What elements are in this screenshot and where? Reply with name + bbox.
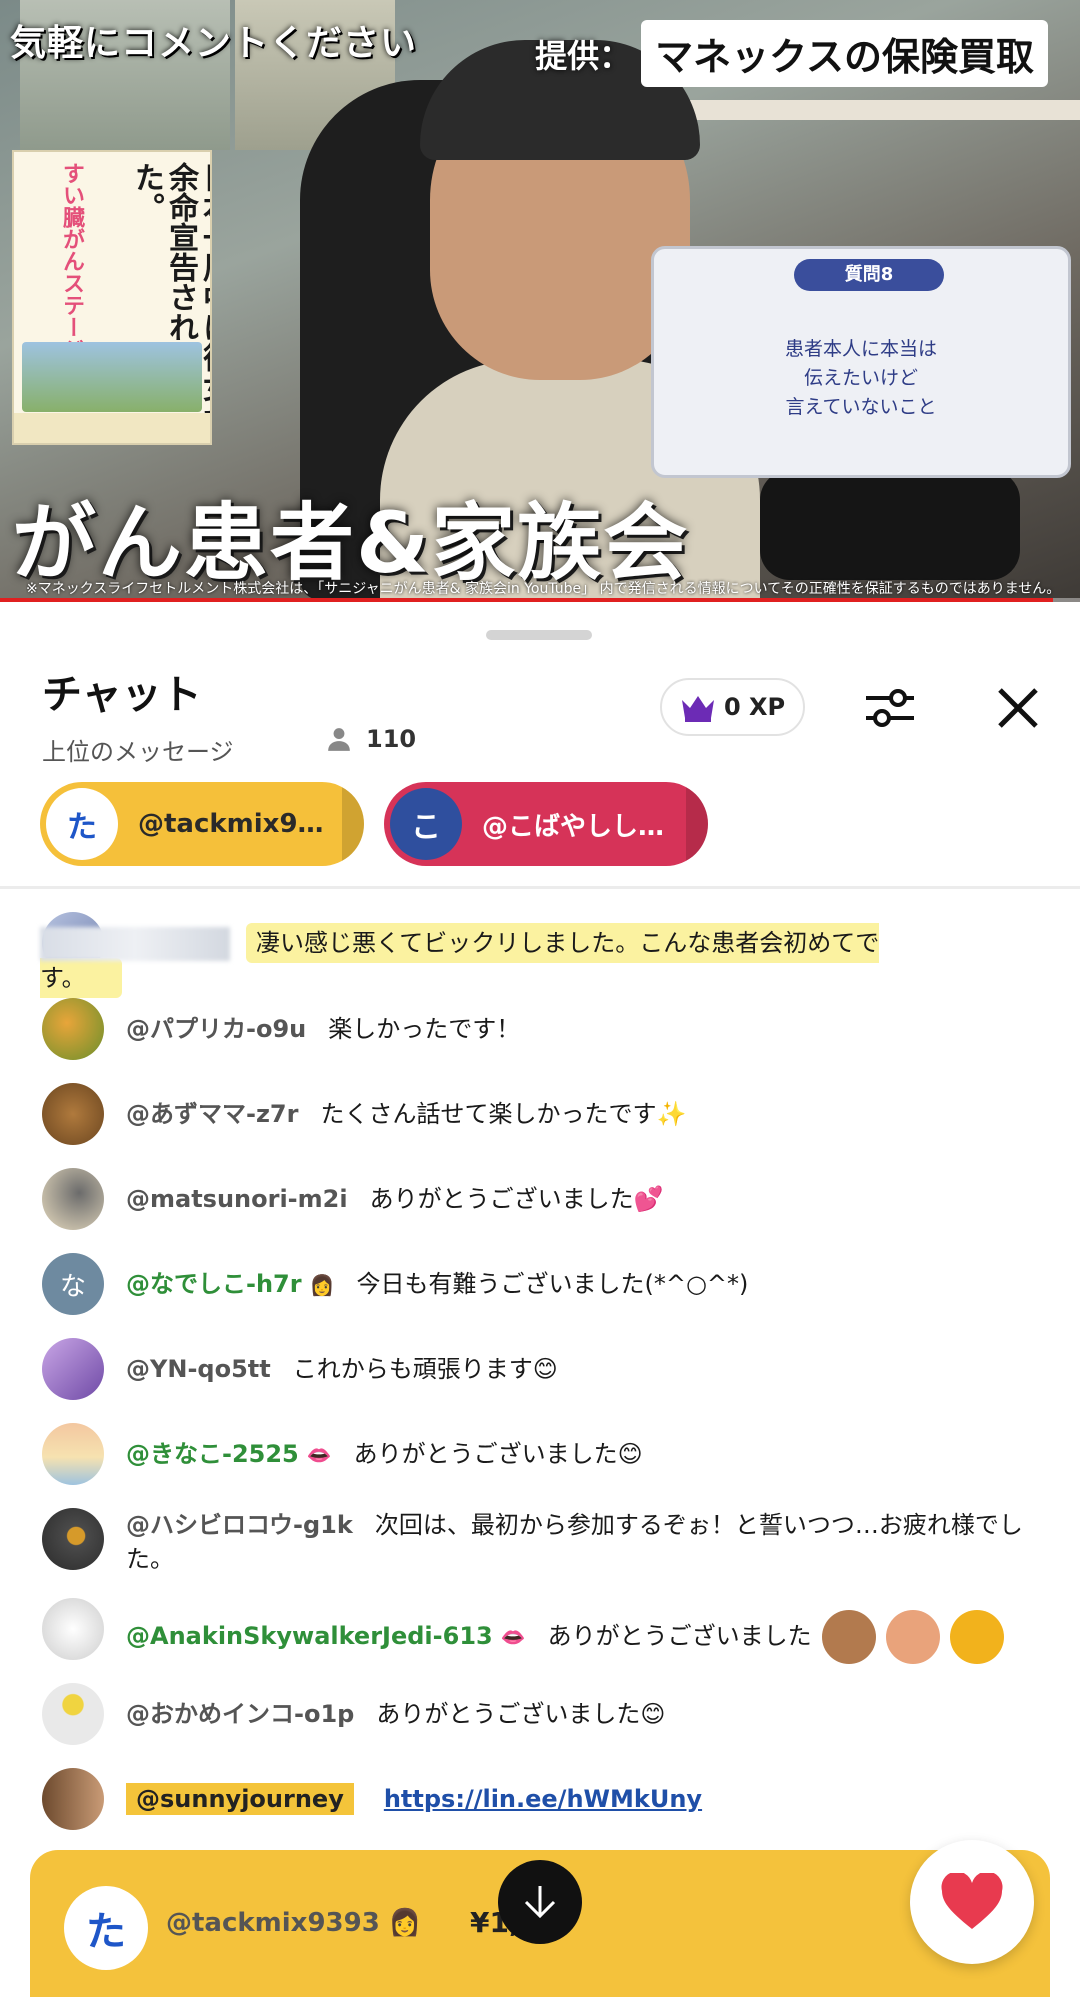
avatar <box>42 1168 104 1230</box>
video-progress-bar[interactable] <box>0 598 1080 602</box>
message-line: @AnakinSkywalkerJedi-613 👄 ありがとうございました <box>126 1610 1046 1664</box>
chat-mode-selector[interactable]: 上位のメッセージ <box>42 732 234 767</box>
message-author[interactable]: @おかめインコ-o1p <box>126 1700 354 1728</box>
video-player[interactable]: 気軽にコメントください 提供： マネックスの保険買取 すい臓がんステージ4 日本… <box>0 0 1080 602</box>
message-text: 今日も有難うございました(*^○^*) <box>356 1270 749 1298</box>
message-text: ありがとうございました😊 <box>376 1700 666 1728</box>
avatar <box>42 1338 104 1400</box>
close-chat-button[interactable] <box>990 680 1046 736</box>
crown-icon <box>682 696 714 722</box>
book-footer <box>14 413 210 443</box>
disclaimer-text: ※マネックスライフセトルメント株式会社は、「サニジャニがん患者& 家族会in Y… <box>26 581 1061 597</box>
video-progress-fill <box>0 598 1053 602</box>
book-cover: すい臓がんステージ4 日本一周中に彼女が余命宣告されました。 <box>12 150 212 445</box>
avatar <box>42 1598 104 1660</box>
sponsor-name: マネックスの保険買取 <box>641 20 1048 87</box>
pin-timer <box>342 782 364 866</box>
message-author[interactable]: @ハシビロコウ-g1k <box>126 1511 353 1539</box>
avatar <box>42 1423 104 1485</box>
blurred-author <box>40 927 230 961</box>
question-text: 患者本人に本当は 伝えたいけど 言えていないこと <box>784 338 937 418</box>
message-author[interactable]: @パプリカ-o9u <box>126 1015 306 1043</box>
sponsor-label: 提供： <box>535 36 632 75</box>
microphone <box>760 470 1020 580</box>
pinned-supporter-1[interactable]: た @tackmix9… <box>40 782 364 866</box>
message-text: ありがとうございました💕 <box>369 1185 664 1213</box>
person-icon <box>328 728 350 751</box>
arrow-down-icon <box>524 1886 556 1919</box>
pinned-name: @こばやしし… <box>482 811 665 842</box>
avatar: た <box>64 1886 148 1970</box>
message-line: @ハシビロコウ-g1k 次回は、最初から参加するぞぉ！と誓いつつ…お疲れ様でした。 <box>126 1508 1026 1576</box>
drag-handle[interactable] <box>486 630 592 640</box>
message-text: これからも頑張ります😊 <box>292 1355 558 1383</box>
chat-title: チャット <box>42 672 202 718</box>
avatar: た <box>46 788 118 860</box>
message-line: @なでしこ-h7r 👩 今日も有難うございました(*^○^*) <box>126 1267 1026 1302</box>
question-card: 質問8 患者本人に本当は 伝えたいけど 言えていないこと <box>651 246 1071 478</box>
super-chat-author: @tackmix9393 👩 <box>166 1908 421 1938</box>
message-author[interactable]: @きなこ-2525 <box>126 1440 299 1468</box>
message-line: @sunnyjourney https://lin.ee/hWMkUny <box>126 1782 1026 1816</box>
member-badge: 👄 <box>306 1443 332 1467</box>
message-line: @YN-qo5tt これからも頑張ります😊 <box>126 1352 1026 1386</box>
message-line: 凄い感じ悪くてビックリしました。こんな患者会初めてです。 <box>40 923 940 998</box>
divider <box>0 886 1080 889</box>
message-line: @おかめインコ-o1p ありがとうございました😊 <box>126 1697 1026 1731</box>
avatar <box>42 1683 104 1745</box>
member-badge: 👩 <box>309 1273 335 1297</box>
message-link[interactable]: https://lin.ee/hWMkUny <box>384 1785 702 1813</box>
xp-button[interactable]: 0 XP <box>660 678 806 736</box>
heart-icon <box>941 1873 1003 1929</box>
message-text: たくさん話せて楽しかったです✨ <box>320 1100 687 1128</box>
sliders-icon <box>866 689 914 727</box>
message-author[interactable]: @AnakinSkywalkerJedi-613 <box>126 1622 493 1650</box>
message-line: @あずママ-z7r たくさん話せて楽しかったです✨ <box>126 1097 1026 1131</box>
super-chat-author-name: @tackmix9393 <box>166 1908 380 1938</box>
pinned-supporter-2[interactable]: こ @こばやしし… <box>384 782 708 866</box>
pin-timer <box>686 782 708 866</box>
message-author[interactable]: @なでしこ-h7r <box>126 1270 302 1298</box>
avatar <box>42 1083 104 1145</box>
book-photo <box>22 342 202 412</box>
avatar <box>42 1768 104 1830</box>
member-badge: 👄 <box>500 1625 526 1649</box>
sticker-image <box>821 1610 876 1664</box>
sticker-image <box>885 1610 940 1664</box>
viewer-count: 110 <box>326 725 416 753</box>
member-badge: 👩 <box>388 1908 422 1938</box>
sponsor-banner: 提供： マネックスの保険買取 <box>535 20 1048 87</box>
viewer-count-value: 110 <box>366 725 417 753</box>
xp-value: 0 XP <box>724 693 786 721</box>
avatar <box>42 998 104 1060</box>
message-author[interactable]: @あずママ-z7r <box>126 1100 298 1128</box>
scroll-to-bottom-button[interactable] <box>498 1860 582 1944</box>
avatar: こ <box>390 788 462 860</box>
message-author[interactable]: @YN-qo5tt <box>126 1355 271 1383</box>
shelf <box>660 100 1080 120</box>
message-text: ありがとうございました <box>547 1622 812 1650</box>
chat-settings-button[interactable] <box>862 680 918 736</box>
message-text: 楽しかったです！ <box>328 1015 521 1043</box>
pinned-name: @tackmix9… <box>138 809 324 839</box>
message-line: @きなこ-2525 👄 ありがとうございました😊 <box>126 1437 1026 1472</box>
comment-caption: 気軽にコメントください <box>10 23 418 64</box>
sticker-image <box>949 1610 1004 1664</box>
message-line: @パプリカ-o9u 楽しかったです！ <box>126 1012 1026 1046</box>
avatar <box>42 1508 104 1570</box>
avatar: な <box>42 1253 104 1315</box>
close-icon <box>998 688 1038 728</box>
question-badge: 質問8 <box>794 259 944 291</box>
message-author[interactable]: @matsunori-m2i <box>126 1185 348 1213</box>
message-author[interactable]: @sunnyjourney <box>126 1783 354 1815</box>
message-text: ありがとうございました😊 <box>353 1440 643 1468</box>
reaction-button[interactable] <box>910 1840 1034 1964</box>
message-line: @matsunori-m2i ありがとうございました💕 <box>126 1182 1026 1216</box>
